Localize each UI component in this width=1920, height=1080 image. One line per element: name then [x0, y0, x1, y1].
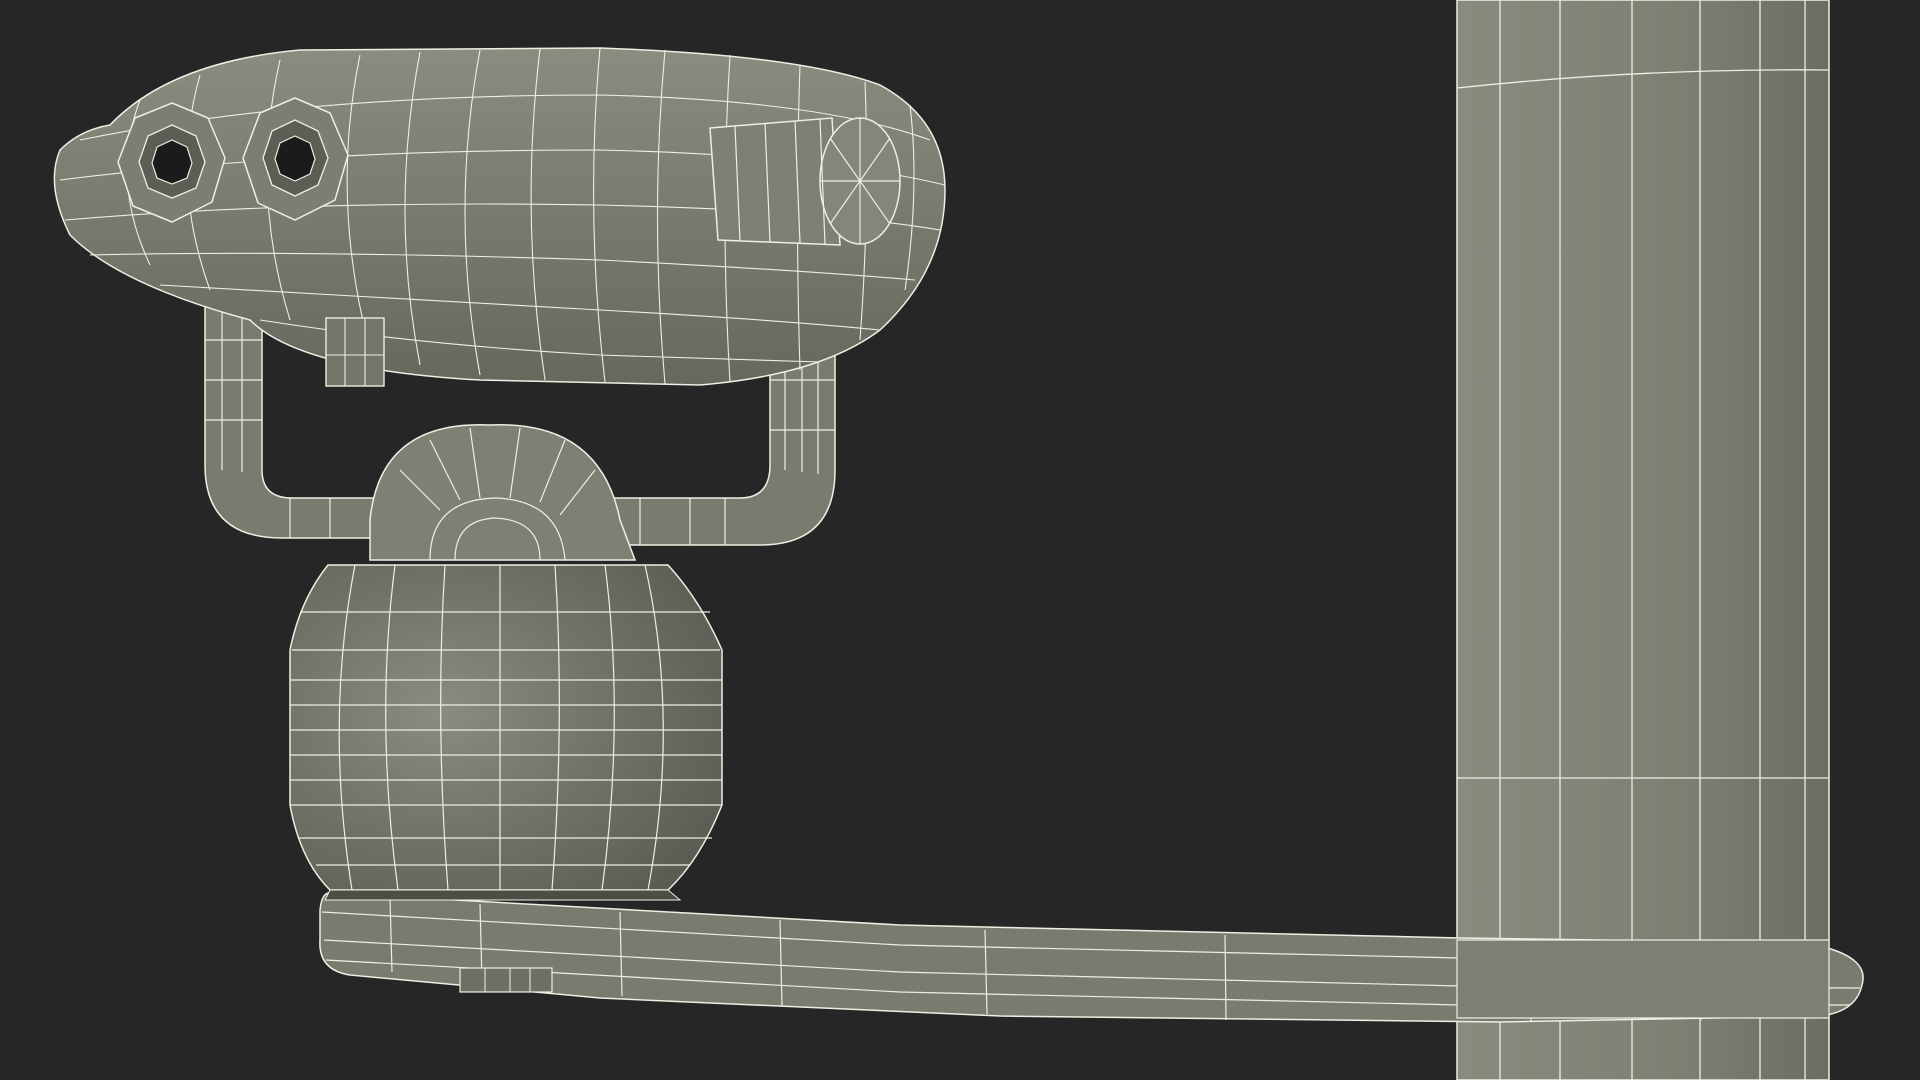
focus-stem [325, 317, 385, 387]
eyepiece-left [117, 102, 226, 223]
pole [1456, 0, 1830, 1080]
pivot-hub [369, 424, 637, 561]
ball-base [289, 564, 723, 901]
viewport-canvas [53, 0, 1864, 1080]
side-knob [709, 117, 901, 246]
